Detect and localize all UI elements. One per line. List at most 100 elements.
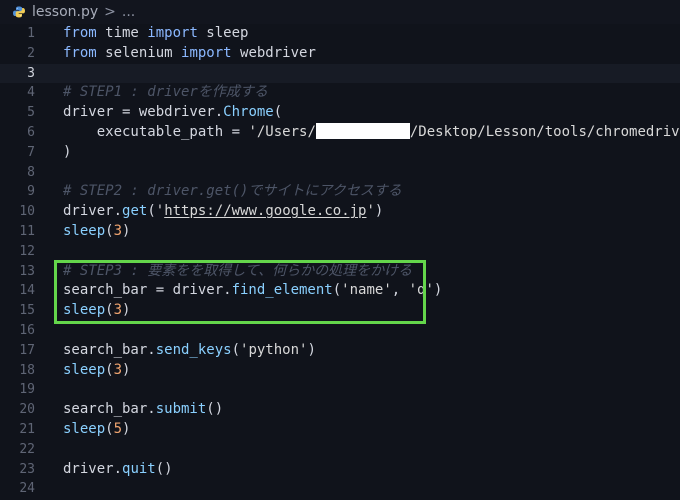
- code-line[interactable]: 22: [0, 440, 680, 460]
- code-line[interactable]: 11 sleep(3): [0, 222, 680, 242]
- breadcrumb-more[interactable]: ...: [122, 4, 135, 20]
- code-line[interactable]: 2 from selenium import webdriver: [0, 44, 680, 64]
- code-token: sleep: [63, 361, 106, 378]
- line-number: 17: [19, 342, 35, 358]
- code-line[interactable]: 10 driver.get('https://www.google.co.jp'): [0, 202, 680, 222]
- code-token: search_bar.: [63, 341, 156, 358]
- code-token: ): [122, 222, 131, 239]
- breadcrumb-file-name[interactable]: lesson.py: [32, 4, 98, 20]
- code-token: 'q': [408, 282, 434, 299]
- code-line[interactable]: 12: [0, 242, 680, 262]
- code-line[interactable]: 20 search_bar.submit(): [0, 400, 680, 420]
- code-line[interactable]: 14 search_bar = driver.find_element('name…: [0, 281, 680, 301]
- code-line[interactable]: 3: [0, 63, 680, 84]
- code-token: search_bar = driver.: [63, 282, 232, 299]
- line-number: 10: [19, 204, 35, 220]
- code-text[interactable]: sleep(3): [63, 222, 130, 242]
- code-line[interactable]: 4 # STEP1 : driverを作成する: [0, 83, 680, 103]
- code-line[interactable]: 7): [0, 143, 680, 163]
- code-text[interactable]: # STEP1 : driverを作成する: [63, 83, 268, 103]
- code-token: ): [122, 361, 131, 378]
- line-number: 14: [19, 283, 35, 299]
- redacted-username: [REDACTED]: [315, 122, 410, 139]
- code-line[interactable]: 13 # STEP3 : 要素をを取得して、何らかの処理をかける: [0, 262, 680, 282]
- code-token: https://www.google.co.jp: [164, 203, 367, 220]
- code-line[interactable]: 17 search_bar.send_keys('python'): [0, 341, 680, 361]
- line-number: 19: [19, 382, 35, 398]
- code-token: import: [147, 25, 198, 41]
- line-number: 4: [27, 85, 35, 101]
- code-line[interactable]: 16: [0, 321, 680, 341]
- code-token: submit: [155, 401, 207, 418]
- code-line[interactable]: 15 sleep(3): [0, 301, 680, 321]
- code-text[interactable]: driver.get('https://www.google.co.jp'): [63, 202, 383, 222]
- line-number: 21: [19, 421, 35, 437]
- code-token: from: [63, 25, 97, 41]
- code-token: find_element: [231, 282, 333, 299]
- code-text[interactable]: ): [63, 143, 71, 163]
- code-text[interactable]: search_bar = driver.find_element('name',…: [63, 281, 442, 301]
- code-line[interactable]: 6 executable_path = '/Users/[REDACTED]/D…: [0, 122, 680, 143]
- code-token: sleep: [197, 25, 249, 41]
- code-text[interactable]: sleep(3): [63, 361, 130, 381]
- code-text[interactable]: search_bar.send_keys('python'): [63, 341, 316, 361]
- code-line[interactable]: 23 driver.quit(): [0, 460, 680, 480]
- code-token: 3: [113, 361, 123, 378]
- code-token: executable_path =: [63, 123, 249, 140]
- code-token: driver = webdriver.: [63, 104, 224, 121]
- line-number: 6: [27, 124, 35, 140]
- code-line[interactable]: 8: [0, 163, 680, 183]
- code-token: ': [366, 203, 375, 220]
- code-token: Chrome: [223, 104, 274, 121]
- line-number: 24: [19, 481, 35, 497]
- chevron-right-icon: >: [104, 4, 116, 20]
- code-token: # STEP2 : driver.get()でサイトにアクセスする: [63, 183, 402, 200]
- code-text[interactable]: sleep(3): [63, 301, 130, 321]
- line-number: 7: [27, 144, 35, 160]
- breadcrumb: lesson.py > ...: [0, 0, 680, 24]
- line-number: 13: [19, 263, 35, 279]
- code-text[interactable]: from selenium import webdriver: [63, 44, 316, 64]
- code-text[interactable]: # STEP3 : 要素をを取得して、何らかの処理をかける: [63, 262, 412, 282]
- code-token: from: [63, 44, 97, 61]
- code-token: driver.: [63, 203, 123, 220]
- code-text[interactable]: search_bar.submit(): [63, 400, 223, 420]
- code-token: ): [63, 143, 72, 160]
- code-line[interactable]: 5 driver = webdriver.Chrome(: [0, 103, 680, 123]
- code-token: import: [181, 44, 232, 61]
- code-token: get: [122, 203, 148, 220]
- code-token: ): [374, 203, 384, 220]
- code-line[interactable]: 21 sleep(5): [0, 420, 680, 440]
- line-number: 18: [19, 362, 35, 378]
- line-number: 1: [27, 26, 35, 41]
- code-line[interactable]: 19: [0, 380, 680, 400]
- code-token: sleep: [63, 302, 106, 319]
- code-text[interactable]: driver = webdriver.Chrome(: [63, 103, 282, 123]
- code-token: webdriver: [231, 44, 316, 61]
- code-text[interactable]: # STEP2 : driver.get()でサイトにアクセスする: [63, 182, 402, 202]
- code-text[interactable]: sleep(5): [63, 420, 130, 440]
- code-text[interactable]: executable_path = '/Users/[REDACTED]/Des…: [63, 122, 680, 143]
- line-number: 20: [19, 402, 35, 418]
- code-line[interactable]: 18 sleep(3): [0, 361, 680, 381]
- line-number: 11: [19, 223, 35, 239]
- code-line[interactable]: 1 from time import sleep: [0, 24, 680, 44]
- code-token: ): [122, 302, 131, 319]
- code-token: (: [105, 302, 114, 319]
- code-token: (: [332, 282, 342, 299]
- code-token: # STEP1 : driverを作成する: [63, 84, 268, 101]
- code-text[interactable]: from time import sleep: [63, 24, 248, 44]
- code-token: (: [105, 420, 114, 437]
- code-editor[interactable]: 1 from time import sleep 2 from selenium im…: [0, 24, 680, 500]
- code-token: (: [105, 222, 114, 239]
- code-token: 3: [113, 302, 123, 319]
- line-number: 16: [19, 322, 35, 338]
- code-token: quit: [122, 460, 156, 477]
- code-text[interactable]: driver.quit(): [63, 460, 173, 480]
- code-line[interactable]: 9 # STEP2 : driver.get()でサイトにアクセスする: [0, 182, 680, 202]
- code-line[interactable]: 24: [0, 479, 680, 499]
- line-number: 8: [27, 164, 35, 180]
- code-token: (): [206, 401, 224, 418]
- line-number: 12: [19, 243, 35, 259]
- line-number: 5: [27, 105, 35, 121]
